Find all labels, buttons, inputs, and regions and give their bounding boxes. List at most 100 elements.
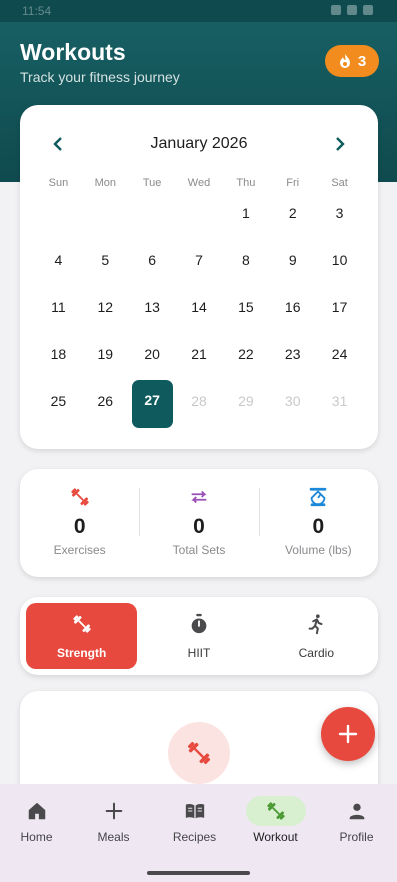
calendar-blank-cell — [129, 199, 176, 246]
stat-item: 0 Total Sets — [139, 469, 258, 577]
calendar-day[interactable]: 16 — [269, 293, 316, 340]
stat-label: Volume (lbs) — [284, 543, 352, 557]
calendar-day[interactable]: 8 — [222, 246, 269, 293]
stat-value: 0 — [312, 515, 325, 538]
calendar-day[interactable]: 12 — [82, 293, 129, 340]
calendar-header: January 2026 — [20, 133, 378, 155]
tab-hiit[interactable]: HIIT — [143, 603, 254, 669]
calendar-day[interactable]: 7 — [176, 246, 223, 293]
calendar-day[interactable]: 19 — [82, 340, 129, 387]
calendar-day[interactable]: 11 — [35, 293, 82, 340]
stat-label: Exercises — [53, 543, 106, 557]
empty-state-badge — [168, 722, 230, 784]
signal-icon — [347, 5, 357, 15]
workout-stats-card: 0 Exercises 0 Total Sets 0 Volume (lbs) — [20, 469, 378, 577]
streak-count: 3 — [357, 52, 367, 70]
calendar-day: 28 — [191, 393, 207, 409]
nav-label: Workout — [253, 830, 298, 844]
calendar-day: 29 — [238, 393, 254, 409]
wifi-icon — [331, 5, 341, 15]
bottom-navigation: Home Meals Recipes Workout Profile — [0, 784, 397, 882]
calendar-day[interactable]: 3 — [316, 199, 363, 246]
tab-label: HIIT — [187, 645, 211, 660]
nav-label: Profile — [339, 830, 374, 844]
repeat-icon — [188, 486, 210, 508]
calendar-day[interactable]: 26 — [82, 387, 129, 434]
tab-label: Cardio — [298, 645, 334, 660]
book-icon — [165, 796, 225, 826]
weekday-label: Mon — [94, 177, 116, 189]
nav-item-home[interactable]: Home — [0, 784, 73, 882]
nav-label: Home — [20, 830, 53, 844]
calendar-month-label: January 2026 — [150, 135, 248, 152]
dumbbell-icon — [69, 486, 91, 508]
calendar-day[interactable]: 24 — [316, 340, 363, 387]
running-icon — [305, 613, 327, 640]
calendar-weekday-row: Sun Mon Tue Wed Thu Fri Sat — [35, 177, 363, 189]
stat-label: Total Sets — [172, 543, 226, 557]
tab-label: Strength — [56, 645, 107, 660]
nav-label: Meals — [97, 830, 130, 844]
next-month-button[interactable] — [328, 133, 352, 155]
calendar-day[interactable]: 25 — [35, 387, 82, 434]
calendar-day[interactable]: 2 — [269, 199, 316, 246]
page-subtitle: Track your fitness journey — [20, 69, 180, 85]
calendar-day: 30 — [284, 393, 301, 409]
dumbbell-icon — [71, 613, 93, 640]
tab-cardio[interactable]: Cardio — [261, 603, 372, 669]
system-icons — [331, 5, 373, 15]
nav-label: Recipes — [172, 830, 217, 844]
calendar-day[interactable]: 23 — [269, 340, 316, 387]
plus-icon — [84, 796, 144, 826]
weekday-label: Sun — [48, 177, 69, 189]
calendar-day[interactable]: 15 — [222, 293, 269, 340]
add-workout-button[interactable] — [321, 707, 375, 761]
status-time: 11:54 — [22, 4, 52, 18]
dumbbell-icon — [245, 796, 306, 826]
calendar-day[interactable]: 13 — [129, 293, 176, 340]
gesture-bar — [147, 871, 250, 875]
flame-icon — [339, 54, 350, 68]
workout-type-tabs: Strength HIIT Cardio — [20, 597, 378, 675]
plus-icon — [338, 724, 358, 744]
calendar-day[interactable]: 22 — [222, 340, 269, 387]
calendar-card: January 2026 Sun Mon Tue Wed Thu Fri Sat 12345… — [20, 105, 378, 449]
weekday-label: Wed — [187, 177, 211, 189]
stat-value: 0 — [193, 515, 205, 538]
stat-item: 0 Exercises — [20, 469, 139, 577]
calendar-day[interactable]: 21 — [176, 340, 223, 387]
nav-item-profile[interactable]: Profile — [316, 784, 397, 882]
calendar-day[interactable]: 6 — [129, 246, 176, 293]
stopwatch-icon — [188, 613, 210, 640]
home-icon — [7, 796, 67, 826]
stat-value: 0 — [73, 515, 86, 538]
calendar-day-grid: 1 2 3 4 5 6 7 8 9 10 11 12 13 14 15 16 17 18 19 20 21 22 23 24 2… — [35, 199, 363, 434]
calendar-day-selected[interactable]: 27 — [131, 380, 173, 428]
nav-item-recipes[interactable]: Recipes — [154, 784, 235, 882]
calendar-day[interactable]: 9 — [269, 246, 316, 293]
calendar-day[interactable]: 14 — [176, 293, 223, 340]
calendar-day: 31 — [331, 393, 348, 409]
person-icon — [327, 796, 387, 826]
calendar-day[interactable]: 4 — [35, 246, 82, 293]
dumbbell-icon — [187, 741, 211, 765]
calendar-day[interactable]: 10 — [316, 246, 363, 293]
calendar-day[interactable]: 17 — [316, 293, 363, 340]
calendar-day[interactable]: 18 — [35, 340, 82, 387]
weekday-label: Thu — [236, 177, 256, 189]
nav-item-workout[interactable]: Workout — [235, 784, 316, 882]
calendar-blank-cell — [82, 199, 129, 246]
streak-badge[interactable]: 3 — [325, 45, 379, 77]
calendar-blank-cell — [176, 199, 223, 246]
nav-item-meals[interactable]: Meals — [73, 784, 154, 882]
chevron-right-icon — [336, 137, 345, 151]
tab-strength[interactable]: Strength — [26, 603, 138, 669]
weekday-label: Sat — [331, 177, 348, 189]
battery-icon — [363, 5, 373, 15]
weekday-label: Fri — [286, 177, 300, 189]
stat-item: 0 Volume (lbs) — [258, 469, 378, 577]
calendar-day[interactable]: 5 — [82, 246, 129, 293]
weekday-label: Tue — [142, 177, 162, 189]
calendar-blank-cell — [35, 199, 82, 246]
calendar-day[interactable]: 1 — [222, 199, 269, 246]
